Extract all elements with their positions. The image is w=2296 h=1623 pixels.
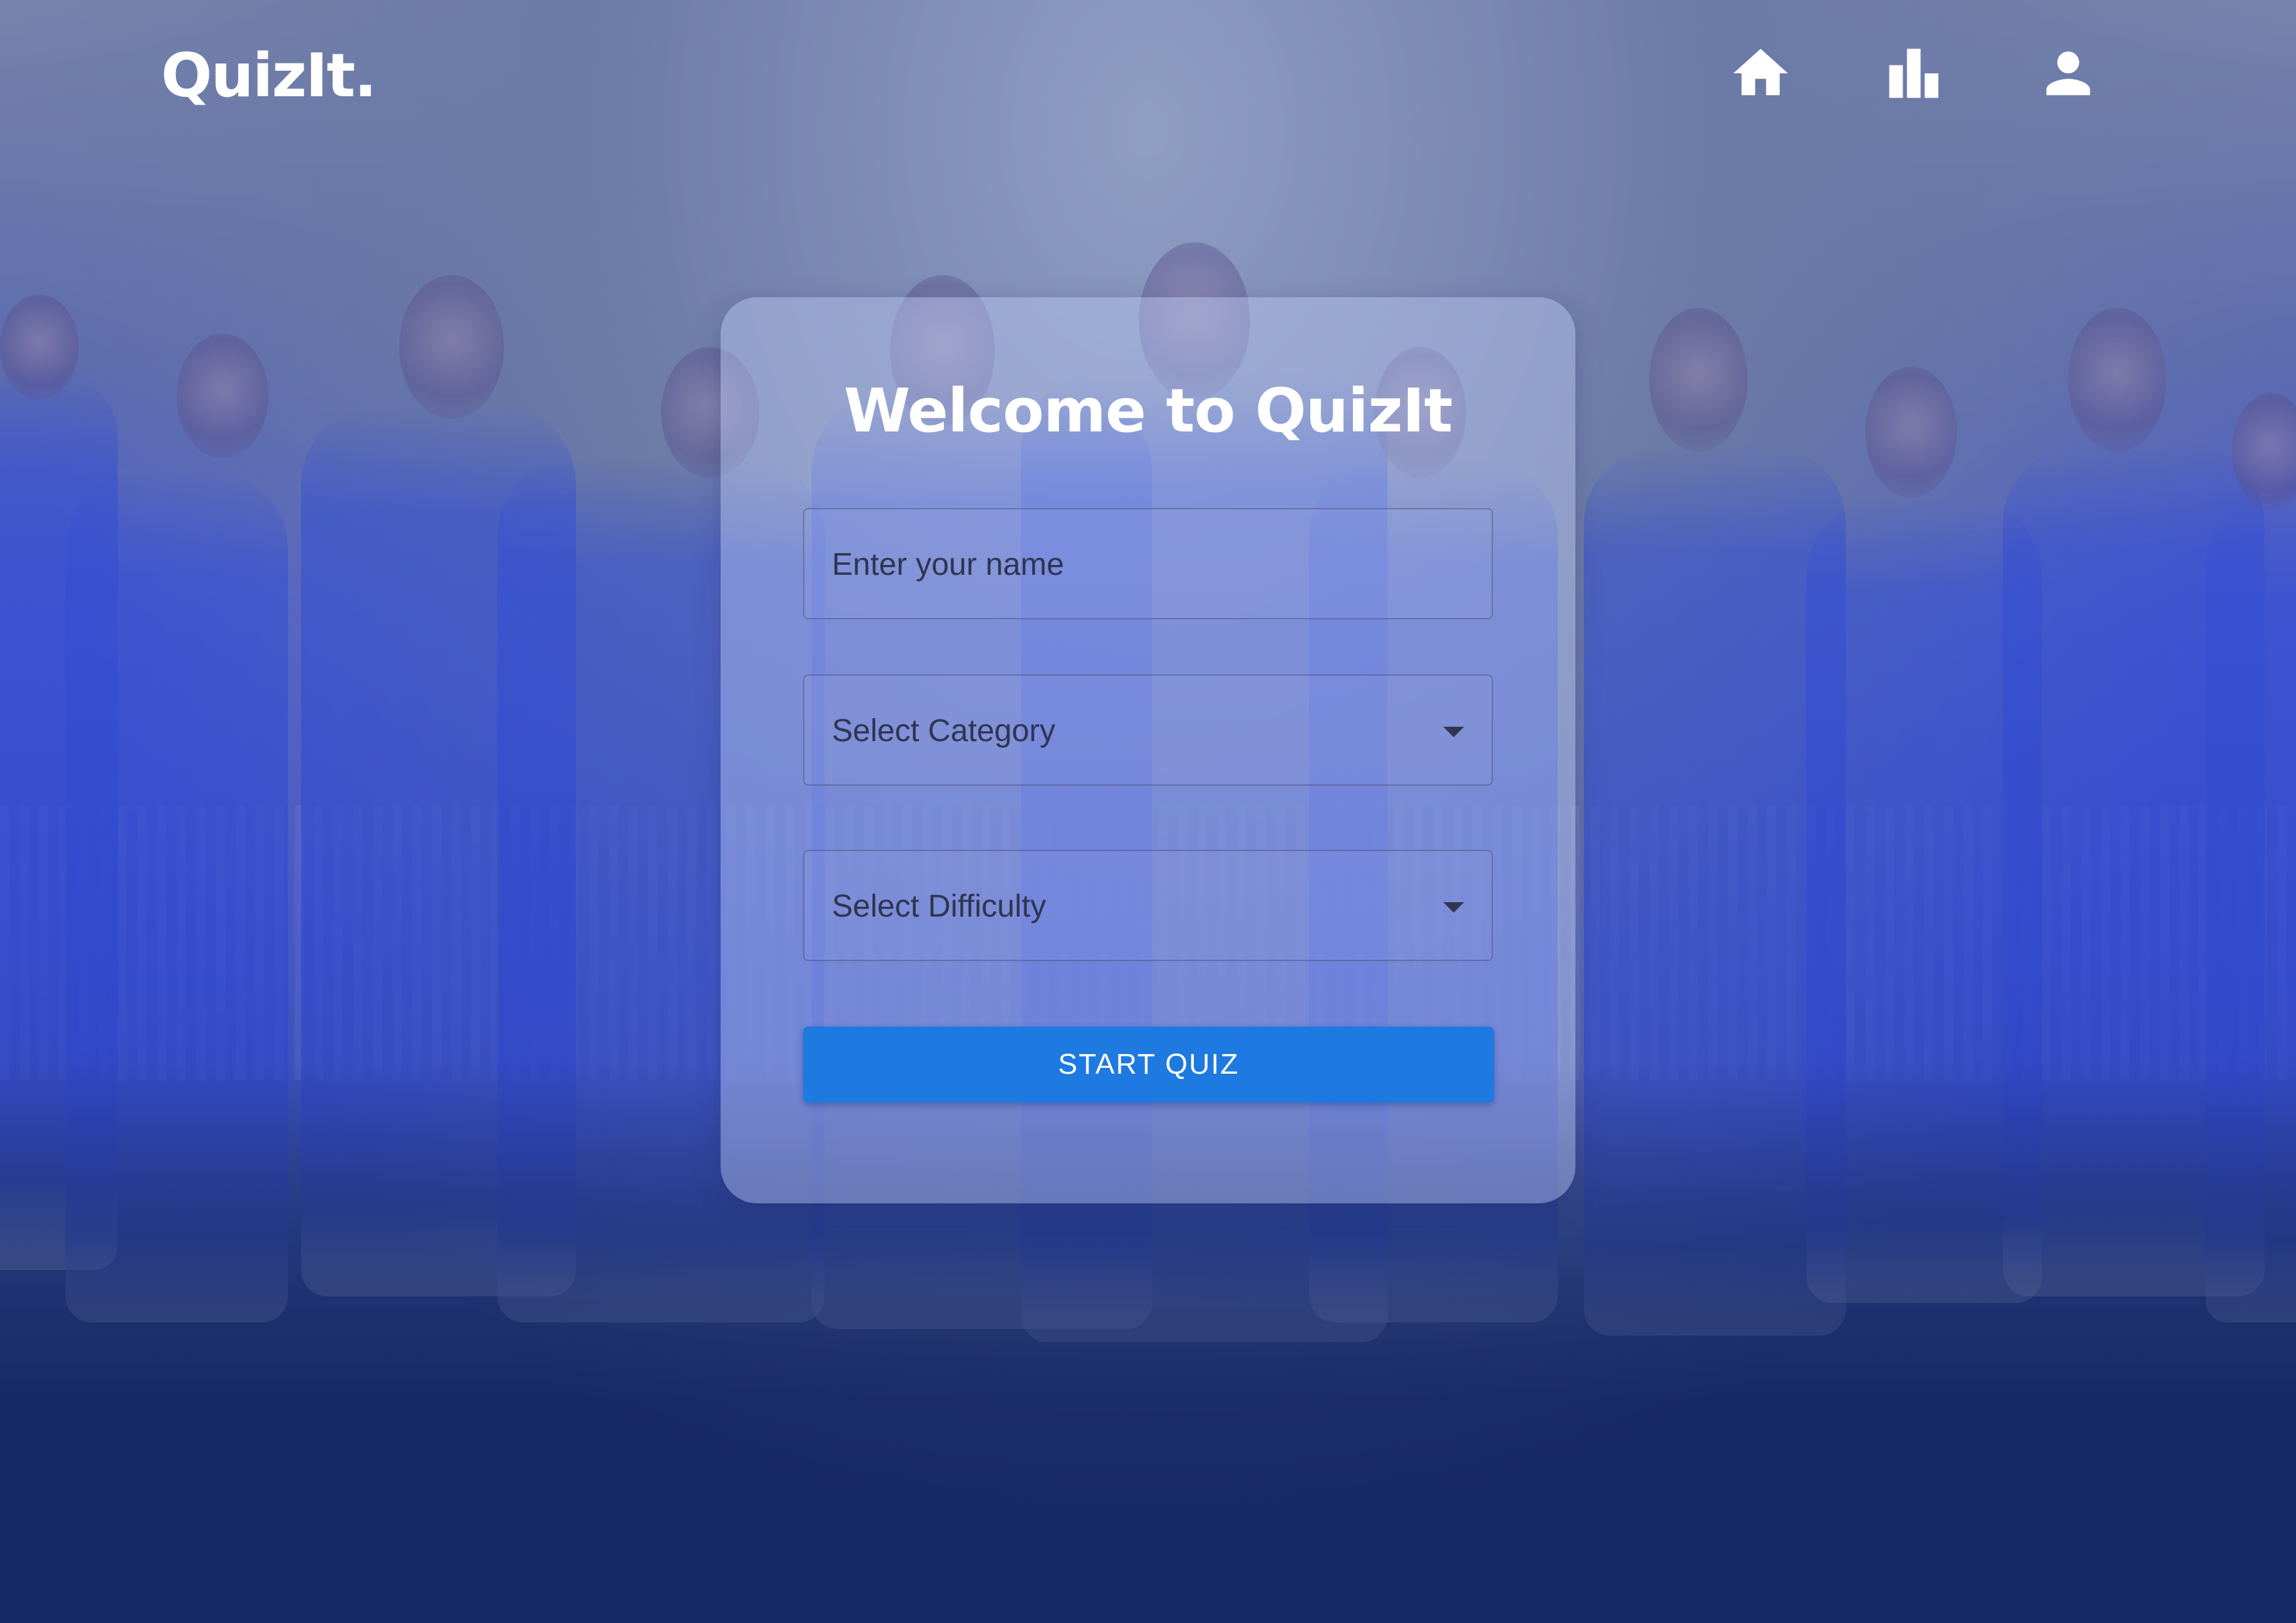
user-icon[interactable] (2036, 41, 2101, 106)
background-figure-head (2068, 308, 2166, 452)
category-select-label: Select Category (832, 714, 1056, 748)
name-input[interactable]: Enter your name (803, 508, 1493, 619)
background-figure-head (1649, 308, 1748, 452)
leaderboard-icon[interactable] (1881, 41, 1946, 106)
start-quiz-button[interactable]: START QUIZ (803, 1027, 1494, 1103)
background-figure-head (1865, 367, 1957, 498)
category-select[interactable]: Select Category (803, 674, 1493, 786)
home-icon[interactable] (1728, 41, 1793, 106)
background-figure-head (399, 275, 504, 419)
difficulty-select-label: Select Difficulty (832, 889, 1047, 924)
card-title: Welcome to QuizIt (844, 376, 1452, 446)
difficulty-select[interactable]: Select Difficulty (803, 850, 1493, 961)
background-figure-head (0, 295, 79, 399)
chevron-down-icon (1443, 727, 1464, 737)
background-figure-head (177, 334, 268, 458)
quiz-setup-card: Welcome to QuizIt Enter your name Select… (721, 297, 1575, 1203)
app-logo[interactable]: QuizIt. (161, 41, 377, 111)
chevron-down-icon (1443, 902, 1464, 913)
name-input-placeholder: Enter your name (832, 547, 1064, 582)
